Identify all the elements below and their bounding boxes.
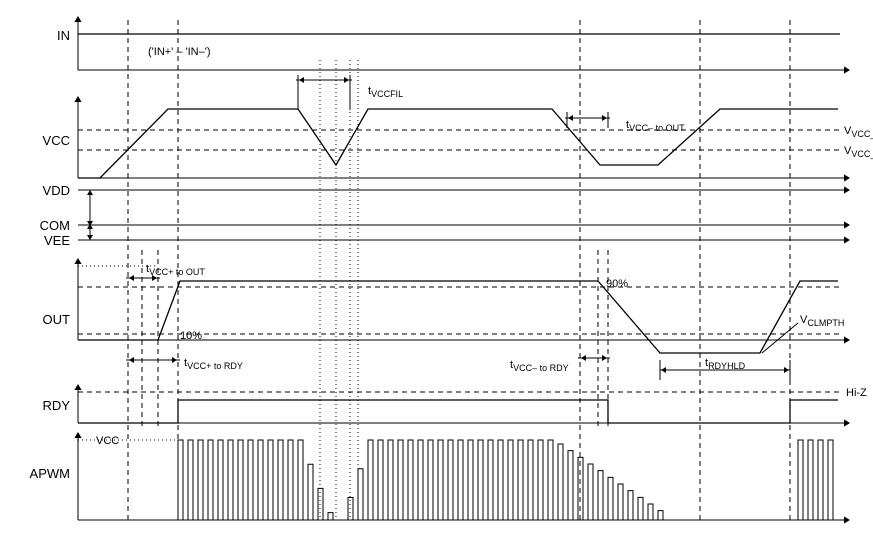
label-vdd: VDD (43, 183, 70, 198)
label-in: IN (57, 28, 70, 43)
label-com: COM (40, 218, 70, 233)
label-out: OUT (43, 312, 71, 327)
apwm-pulses (178, 440, 833, 520)
vcc-off-label: VVCC_OFF (844, 145, 873, 159)
hiz-label: Hi-Z (846, 387, 867, 399)
label-tvccplus-rdy: tVCC+ to RDY (184, 357, 243, 371)
label-vclmpth: VCLMPTH (800, 314, 844, 328)
rdy-trace (78, 400, 838, 423)
pct90: 90% (606, 278, 628, 290)
vcc-on-label: VVCC_ON (844, 125, 873, 139)
clmpth-leader (762, 323, 798, 353)
label-rdy: RDY (43, 398, 71, 413)
pct10: 10% (180, 330, 202, 342)
label-trdyhld: tRDYHLD (705, 357, 746, 371)
label-vee: VEE (44, 233, 70, 248)
label-tvccplus-out: tVCC+ to OUT (146, 263, 205, 277)
vcc-trace (78, 109, 838, 178)
apwm-vcc-label: VCC (96, 435, 119, 447)
label-tvccminus-out: tVCC– to OUT (626, 119, 685, 133)
label-tvccminus-rdy: tVCC– to RDY (510, 359, 569, 373)
in-diff-note: ('IN+' – 'IN–') (148, 46, 211, 58)
label-vcc: VCC (43, 133, 70, 148)
label-apwm: APWM (30, 466, 70, 481)
label-tvccfil: tVCCFIL (368, 85, 403, 99)
out-trace (78, 281, 838, 353)
